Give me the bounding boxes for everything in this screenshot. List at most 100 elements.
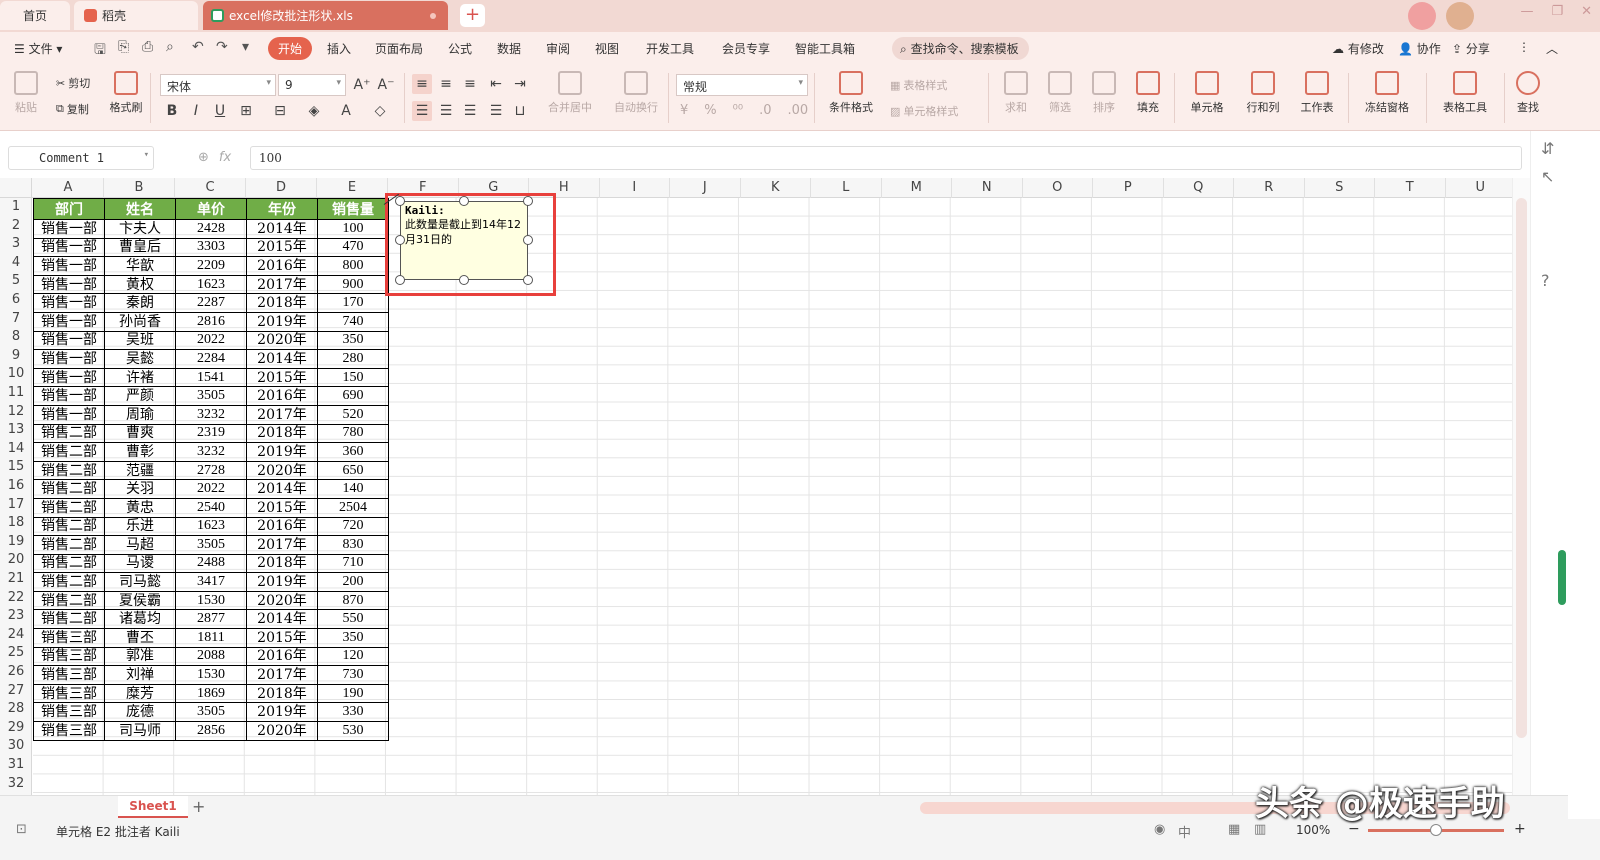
column-header-k[interactable]: K (741, 178, 811, 198)
table-cell[interactable]: 2018年 (246, 553, 318, 574)
table-cell[interactable]: 秦朗 (104, 293, 176, 313)
table-cell[interactable]: 许褚 (104, 367, 176, 388)
align-middle-icon[interactable]: ≡ (436, 74, 456, 94)
select-all-corner[interactable] (0, 178, 32, 198)
table-cell[interactable]: 1811 (175, 628, 247, 648)
table-cell[interactable]: 2015年 (246, 367, 318, 388)
scroll-thumb[interactable] (1516, 198, 1527, 738)
table-cell[interactable]: 1541 (175, 367, 247, 388)
more-icon[interactable]: ⋮ (1518, 40, 1530, 54)
table-cell[interactable]: 2014年 (246, 609, 318, 630)
table-cell[interactable]: 诸葛均 (104, 609, 176, 630)
italic-button[interactable]: I (186, 101, 206, 121)
zoom-slider-knob[interactable] (1430, 824, 1442, 836)
table-cell[interactable]: 吴班 (104, 330, 176, 351)
menu-view[interactable]: 视图 (595, 40, 619, 57)
input-method-icon[interactable]: 中 (1178, 822, 1191, 841)
row-header[interactable]: 6 (0, 292, 32, 307)
macro-icon[interactable]: ⊡ (16, 822, 27, 837)
table-cell[interactable]: 2015年 (246, 628, 318, 648)
table-cell[interactable]: 销售二部 (33, 590, 105, 611)
table-cell[interactable]: 2016年 (246, 516, 318, 537)
column-header-u[interactable]: U (1446, 178, 1516, 198)
table-cell[interactable]: 2014年 (246, 479, 318, 499)
table-cell[interactable]: 销售二部 (33, 609, 105, 630)
table-cell[interactable]: 销售三部 (33, 721, 105, 741)
resize-handle[interactable] (523, 235, 533, 245)
table-cell[interactable]: 糜芳 (104, 683, 176, 704)
cursor-icon[interactable]: ↖ (1541, 167, 1554, 186)
table-cell[interactable]: 3232 (175, 442, 247, 462)
normal-view-icon[interactable]: ▦ (1228, 822, 1240, 837)
table-cell[interactable]: 170 (317, 293, 389, 313)
sheet-tab[interactable]: Sheet1 (118, 796, 188, 818)
collapse-icon[interactable]: ︿ (1546, 40, 1558, 57)
merge-center-button[interactable]: 合并居中 (542, 71, 598, 115)
column-header-b[interactable]: B (104, 178, 175, 198)
table-cell[interactable]: 曹丕 (104, 628, 176, 648)
table-cell[interactable]: 范疆 (104, 460, 176, 481)
align-bottom-icon[interactable]: ≡ (460, 74, 480, 94)
table-cell[interactable]: 2540 (175, 497, 247, 518)
comment-text[interactable]: 此数量是截止到14年12月31日的 (405, 217, 523, 247)
table-cell[interactable]: 2017年 (246, 535, 318, 555)
table-cell[interactable]: 830 (317, 535, 389, 555)
table-tools-button[interactable]: 表格工具 (1436, 71, 1494, 115)
table-cell[interactable]: 关羽 (104, 479, 176, 499)
comment-box[interactable]: Kaili: 此数量是截止到14年12月31日的 (400, 201, 528, 280)
table-cell[interactable]: 550 (317, 609, 389, 630)
table-cell[interactable]: 销售二部 (33, 479, 105, 499)
cut-button[interactable]: ✂ 剪切 (56, 75, 90, 91)
export-icon[interactable]: ⎘ (118, 39, 129, 55)
table-cell[interactable]: 2877 (175, 609, 247, 630)
table-cell[interactable]: 曹爽 (104, 423, 176, 444)
restore-icon[interactable]: ❐ (1551, 4, 1563, 19)
undo-icon[interactable]: ↶ (192, 39, 204, 55)
menu-review[interactable]: 审阅 (546, 40, 570, 57)
increase-font-icon[interactable]: A⁺ (352, 75, 372, 95)
table-cell[interactable]: 1530 (175, 590, 247, 611)
table-cell[interactable]: 3417 (175, 572, 247, 592)
align-right-icon[interactable]: ☰ (460, 101, 480, 121)
tab-home[interactable]: 首页 (0, 1, 70, 30)
table-cell[interactable]: 2284 (175, 349, 247, 369)
table-cell[interactable]: 1530 (175, 665, 247, 685)
resize-handle[interactable] (395, 235, 405, 245)
table-cell[interactable]: 1623 (175, 274, 247, 295)
menu-insert[interactable]: 插入 (327, 40, 351, 57)
table-cell[interactable]: 150 (317, 367, 389, 388)
table-cell[interactable]: 销售一部 (33, 330, 105, 351)
table-cell[interactable]: 280 (317, 349, 389, 369)
font-name-select[interactable]: 宋体 (160, 74, 276, 96)
cell-style-button[interactable]: ▨ 单元格样式 (890, 103, 958, 119)
table-cell[interactable]: 2019年 (246, 702, 318, 723)
row-header[interactable]: 32 (0, 776, 32, 791)
table-cell[interactable]: 2020年 (246, 330, 318, 351)
save-icon[interactable]: 🖫 (94, 39, 106, 63)
table-cell[interactable]: 2019年 (246, 572, 318, 592)
column-header-p[interactable]: P (1093, 178, 1164, 198)
table-cell[interactable]: 200 (317, 572, 389, 592)
table-cell[interactable]: 马谡 (104, 553, 176, 574)
row-header[interactable]: 30 (0, 738, 32, 753)
table-cell[interactable]: 3505 (175, 702, 247, 723)
indent-decrease-icon[interactable]: ⇤ (486, 74, 506, 94)
table-cell[interactable]: 华歆 (104, 256, 176, 276)
table-cell[interactable]: 销售一部 (33, 293, 105, 313)
resize-handle[interactable] (395, 275, 405, 285)
table-cell[interactable]: 2018年 (246, 293, 318, 313)
table-cell[interactable]: 2209 (175, 256, 247, 276)
table-cell[interactable]: 司马懿 (104, 572, 176, 592)
align-top-icon[interactable]: ≡ (412, 74, 432, 94)
table-cell[interactable]: 销售二部 (33, 535, 105, 555)
freeze-panes-button[interactable]: 冻结窗格 (1358, 71, 1416, 115)
row-header[interactable]: 18 (0, 515, 32, 530)
percent-icon[interactable]: % (704, 103, 716, 118)
menu-page-layout[interactable]: 页面布局 (375, 40, 423, 57)
row-col-button[interactable]: 行和列 (1240, 71, 1286, 115)
row-header[interactable]: 9 (0, 348, 32, 363)
column-header-t[interactable]: T (1375, 178, 1446, 198)
minimize-icon[interactable]: — (1520, 4, 1533, 19)
vertical-scrollbar[interactable] (1512, 178, 1530, 795)
bold-button[interactable]: B (162, 101, 182, 121)
